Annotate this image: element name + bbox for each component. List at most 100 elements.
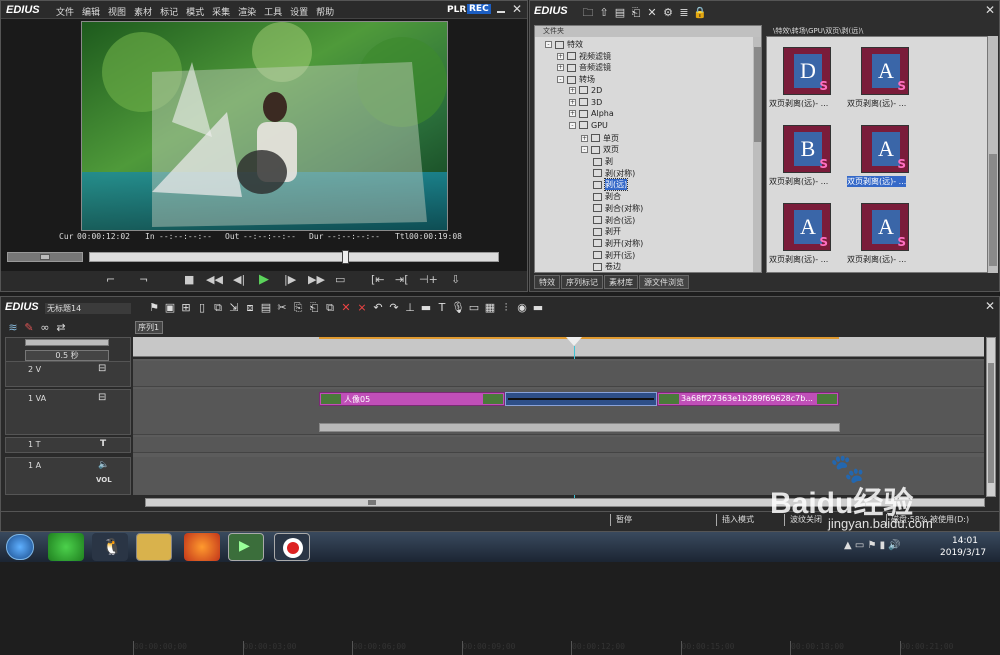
bin-tab[interactable]: 源文件浏览 (639, 275, 689, 289)
render-icon[interactable]: ▬ (418, 301, 434, 314)
up-folder-icon[interactable]: ⇧ (596, 6, 612, 19)
timeline-ruler[interactable] (133, 337, 984, 357)
plr-badge[interactable]: PLR (447, 5, 466, 15)
tree-toggle-icon[interactable]: + (581, 134, 588, 142)
effect-caption[interactable]: 双页剥离(远)- ... (769, 254, 828, 265)
start-button[interactable] (6, 534, 34, 560)
loop-button[interactable]: ▭ (335, 273, 345, 286)
menu-item[interactable]: 帮助 (316, 5, 334, 18)
tree-item[interactable]: 剥开(对称) (593, 238, 643, 249)
title-track-icon[interactable]: T (100, 439, 106, 449)
effect-thumbnail[interactable]: DS (783, 47, 831, 95)
tree-item[interactable]: 剥合(远) (593, 215, 635, 226)
speaker-icon[interactable]: 🔈 (98, 460, 109, 470)
set-out-button[interactable]: ¬ (139, 273, 148, 286)
track-t1-lane[interactable] (133, 437, 984, 453)
audio-icon[interactable]: ▭ (466, 301, 482, 314)
tree-item[interactable]: + 视频滤镜 (557, 51, 611, 62)
stop-button[interactable]: ■ (184, 273, 194, 286)
tree-item[interactable]: + 单页 (581, 133, 619, 144)
import-icon[interactable]: ⇲ (226, 301, 242, 314)
menu-item[interactable]: 视图 (108, 5, 126, 18)
close-button[interactable]: ✕ (512, 2, 522, 16)
track-v2-lane[interactable] (133, 361, 984, 387)
tree-toggle-icon[interactable]: - (545, 41, 552, 48)
minimize-button[interactable] (497, 11, 505, 13)
sync-icon[interactable]: ⇄ (53, 321, 69, 334)
delete-icon[interactable]: ✕ (338, 301, 354, 314)
effect-thumbnail[interactable]: AS (861, 125, 909, 173)
export-button[interactable]: ⇩ (451, 273, 460, 286)
menu-item[interactable]: 工具 (264, 5, 282, 18)
open-icon[interactable]: ⧉ (210, 301, 226, 315)
marker-icon[interactable]: ⊥ (402, 301, 418, 314)
firefox-icon[interactable] (184, 533, 220, 561)
tree-toggle-icon[interactable]: + (557, 64, 564, 72)
clip-video-2[interactable]: 3a68ff27363e1b289f69628c7b... (657, 392, 839, 406)
transition-clip[interactable] (505, 392, 657, 406)
qq-icon[interactable]: 🐧 (92, 533, 128, 561)
track-v2-icon[interactable]: ⊟ (98, 363, 106, 374)
cut-icon[interactable]: ✂ (274, 301, 290, 314)
multicam-icon[interactable]: ▦ (482, 301, 498, 314)
tree-item[interactable]: 剥开(远) (593, 250, 635, 261)
menu-item[interactable]: 文件 (56, 5, 74, 18)
lock-icon[interactable]: 🔒 (692, 6, 708, 19)
tree-toggle-icon[interactable]: - (581, 146, 588, 154)
snapshot-icon[interactable]: ▣ (162, 301, 178, 314)
menu-item[interactable]: 模式 (186, 5, 204, 18)
track-va1-icon[interactable]: ⊟ (98, 392, 106, 403)
tree-toggle-icon[interactable]: + (569, 86, 576, 94)
sequence-tab[interactable]: 序列1 (135, 321, 163, 334)
rec-badge[interactable]: REC (467, 4, 491, 14)
play-button[interactable]: ▶ (259, 272, 269, 287)
tree-item[interactable]: 剥 (593, 156, 613, 167)
stopwatch-icon[interactable]: ◉ (514, 301, 530, 314)
mic-icon[interactable]: 🎙 (450, 301, 466, 314)
tree-scrollbar[interactable] (753, 37, 761, 272)
effect-thumbnail[interactable]: BS (783, 125, 831, 173)
menu-item[interactable]: 标记 (160, 5, 178, 18)
delete-icon[interactable]: ✕ (644, 6, 660, 19)
tree-item[interactable]: 剥合(对称) (593, 203, 643, 214)
zoom-slider[interactable] (25, 339, 109, 346)
view-icon[interactable]: ▤ (612, 6, 628, 19)
properties-icon[interactable]: ⚙ (660, 6, 676, 19)
clip-video-1[interactable]: 人像05 (319, 392, 505, 406)
tree-item[interactable]: 卷边 (593, 261, 621, 272)
bin-tab[interactable]: 序列标记 (561, 275, 603, 289)
folder-icon[interactable]: 🗀 (580, 4, 596, 23)
link-icon[interactable]: ∞ (37, 321, 53, 334)
save-icon[interactable]: ▤ (258, 301, 274, 314)
tree-item[interactable]: + 音频滤镜 (557, 62, 611, 73)
tree-item[interactable]: +2D (569, 86, 602, 95)
menu-item[interactable]: 编辑 (82, 5, 100, 18)
step-back-button[interactable]: ◀| (233, 273, 245, 286)
effect-thumbnail[interactable]: AS (783, 203, 831, 251)
title-icon[interactable]: T (434, 301, 450, 314)
effect-caption[interactable]: 双页剥离(远)- ... (769, 98, 828, 109)
group-icon[interactable]: ⧈ (242, 301, 258, 315)
delete-gap-icon[interactable]: ⨯ (354, 301, 370, 314)
add-clip-icon[interactable]: ⊞ (178, 301, 194, 314)
vol-label[interactable]: VOL (96, 476, 112, 484)
tree-item[interactable]: 剥合 (593, 191, 621, 202)
insert-to-timeline-button[interactable]: [⇤ (371, 273, 385, 286)
tree-toggle-icon[interactable]: + (569, 110, 576, 118)
replace-button[interactable]: ⊣+ (419, 273, 438, 286)
effect-thumbnail[interactable]: AS (861, 47, 909, 95)
effect-thumbnail[interactable]: AS (861, 203, 909, 251)
app-360-icon[interactable] (48, 533, 84, 561)
tree-toggle-icon[interactable]: - (569, 121, 576, 129)
rewind-button[interactable]: ◀◀ (206, 273, 223, 286)
explorer-icon[interactable] (136, 533, 172, 561)
menu-item[interactable]: 素材 (134, 5, 152, 18)
shuttle-slider[interactable] (7, 252, 83, 262)
undo-icon[interactable]: ↶ (370, 301, 386, 314)
set-in-button[interactable]: ⌐ (106, 273, 115, 286)
tree-toggle-icon[interactable]: - (557, 76, 564, 84)
tree-item[interactable]: 剥(对称) (593, 168, 635, 179)
tree-item[interactable]: +3D (569, 98, 602, 107)
tree-item[interactable]: - GPU (569, 121, 608, 130)
edius-task-icon[interactable]: ▶ (228, 533, 264, 561)
